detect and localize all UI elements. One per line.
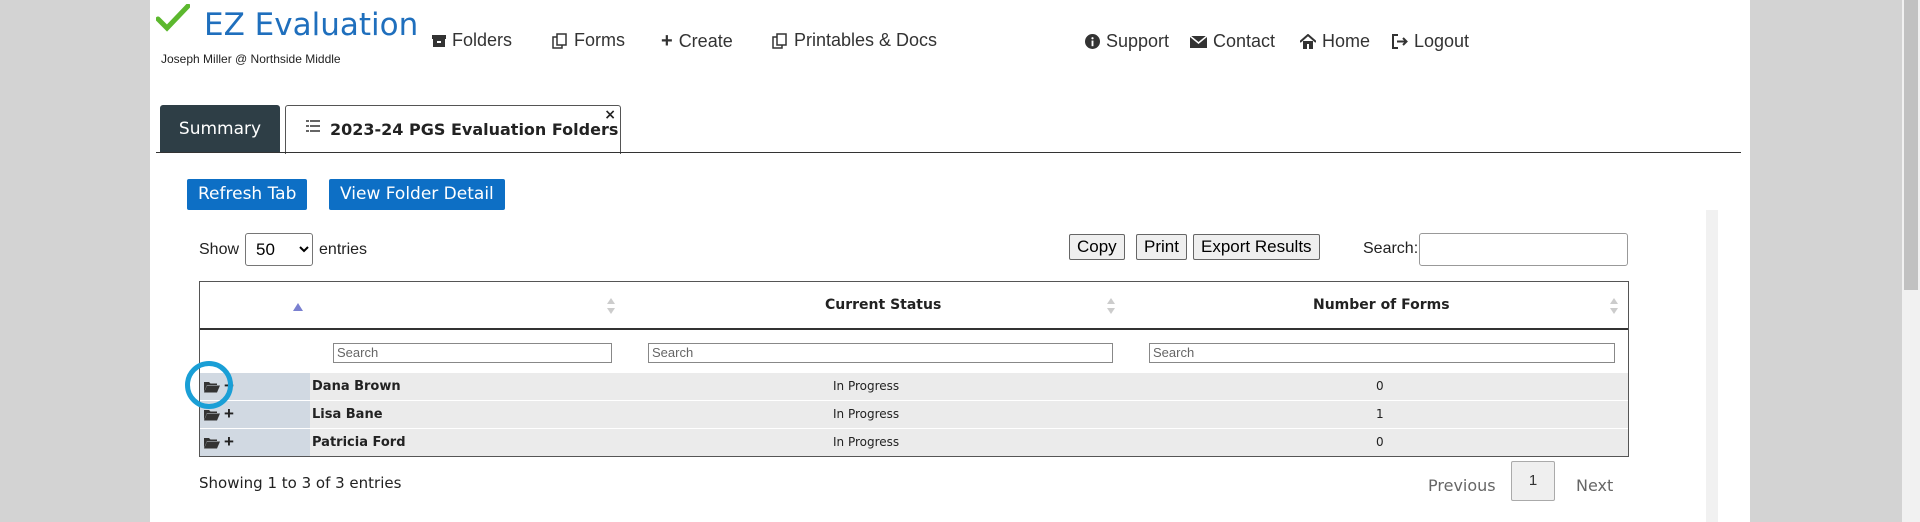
row-name: Lisa Bane bbox=[312, 407, 383, 422]
nav-forms[interactable]: Forms bbox=[552, 30, 625, 51]
show-label: Show bbox=[199, 240, 240, 258]
table-row[interactable]: + Dana Brown In Progress 0 bbox=[200, 372, 1628, 400]
plus-icon: + bbox=[661, 30, 673, 52]
nav-logout-label: Logout bbox=[1414, 31, 1470, 51]
entries-label: entries bbox=[319, 240, 368, 258]
row-status: In Progress bbox=[833, 379, 900, 393]
nav-home[interactable]: Home bbox=[1300, 31, 1370, 52]
copy-icon bbox=[772, 32, 787, 49]
nav-contact[interactable]: Contact bbox=[1190, 31, 1275, 52]
entries-length-control: Show 50 entries bbox=[199, 233, 367, 266]
window-scrollbar[interactable] bbox=[1902, 0, 1920, 522]
nav-support[interactable]: Support bbox=[1085, 31, 1169, 52]
page: EZ Evaluation Joseph Miller @ Northside … bbox=[150, 0, 1750, 522]
expand-plus-icon[interactable]: + bbox=[224, 404, 234, 424]
list-icon bbox=[306, 120, 320, 132]
status-filter-input[interactable]: Search bbox=[648, 343, 1113, 363]
tab-summary[interactable]: Summary bbox=[160, 105, 280, 153]
tab-evaluation-folders-label: 2023-24 PGS Evaluation Folders bbox=[330, 120, 619, 139]
sign-out-icon bbox=[1392, 34, 1408, 49]
envelope-icon bbox=[1190, 34, 1207, 48]
copy-button[interactable]: Copy bbox=[1069, 234, 1125, 260]
expand-plus-icon[interactable]: + bbox=[224, 432, 234, 452]
nav-create-label: Create bbox=[678, 31, 733, 51]
inner-scrollbar[interactable] bbox=[1706, 210, 1718, 522]
row-status: In Progress bbox=[833, 407, 900, 421]
nav-folders[interactable]: Folders bbox=[432, 30, 512, 51]
scrollbar-thumb[interactable] bbox=[1904, 0, 1918, 290]
column-header-forms[interactable]: Number of Forms bbox=[1313, 297, 1450, 313]
copy-icon bbox=[552, 32, 567, 49]
app-title: EZ Evaluation bbox=[204, 7, 419, 43]
nav-home-label: Home bbox=[1322, 31, 1371, 51]
checkmark-logo-icon bbox=[156, 4, 190, 32]
sort-both-icon[interactable] bbox=[1609, 296, 1619, 316]
search-label: Search: bbox=[1363, 240, 1419, 257]
nav-folders-label: Folders bbox=[452, 30, 513, 50]
close-tab-icon[interactable]: × bbox=[604, 107, 616, 123]
nav-printables-label: Printables & Docs bbox=[794, 30, 938, 50]
table-row[interactable]: + Patricia Ford In Progress 0 bbox=[200, 428, 1628, 456]
next-page-button[interactable]: Next bbox=[1576, 476, 1613, 495]
home-icon bbox=[1300, 34, 1316, 49]
entries-select[interactable]: 50 bbox=[245, 233, 314, 266]
table-info: Showing 1 to 3 of 3 entries bbox=[199, 474, 402, 492]
archive-icon bbox=[432, 34, 446, 47]
row-status: In Progress bbox=[833, 435, 900, 449]
search-input[interactable] bbox=[1419, 233, 1628, 266]
folder-open-icon[interactable] bbox=[204, 408, 220, 421]
sort-both-icon[interactable] bbox=[606, 296, 616, 316]
folder-open-icon[interactable] bbox=[204, 436, 220, 449]
current-user: Joseph Miller @ Northside Middle bbox=[161, 52, 341, 66]
click-highlight-ring bbox=[185, 361, 233, 409]
sort-both-icon[interactable] bbox=[1106, 296, 1116, 316]
refresh-tab-button[interactable]: Refresh Tab bbox=[187, 179, 308, 210]
row-forms-count: 0 bbox=[1376, 379, 1384, 393]
page-1-button[interactable]: 1 bbox=[1511, 461, 1555, 501]
table-header: Current Status Number of Forms bbox=[200, 282, 1628, 330]
forms-filter-input[interactable]: Search bbox=[1149, 343, 1615, 363]
folders-table: Current Status Number of Forms Search Se… bbox=[199, 281, 1629, 457]
row-name: Dana Brown bbox=[312, 379, 401, 394]
tab-divider bbox=[156, 152, 1741, 153]
nav-contact-label: Contact bbox=[1213, 31, 1276, 51]
info-icon bbox=[1085, 34, 1100, 49]
table-row[interactable]: + Lisa Bane In Progress 1 bbox=[200, 400, 1628, 428]
nav-forms-label: Forms bbox=[574, 30, 625, 50]
sort-asc-icon[interactable] bbox=[293, 297, 303, 317]
row-name: Patricia Ford bbox=[312, 435, 406, 450]
tab-evaluation-folders[interactable]: 2023-24 PGS Evaluation Folders × bbox=[285, 105, 621, 154]
previous-page-button[interactable]: Previous bbox=[1428, 476, 1496, 495]
row-forms-count: 0 bbox=[1376, 435, 1384, 449]
row-forms-count: 1 bbox=[1376, 407, 1384, 421]
export-results-button[interactable]: Export Results bbox=[1193, 234, 1320, 260]
nav-logout[interactable]: Logout bbox=[1392, 31, 1469, 52]
name-filter-input[interactable]: Search bbox=[333, 343, 612, 363]
print-button[interactable]: Print bbox=[1136, 234, 1187, 260]
nav-create[interactable]: + Create bbox=[661, 30, 733, 53]
view-folder-detail-button[interactable]: View Folder Detail bbox=[329, 179, 505, 210]
nav-printables[interactable]: Printables & Docs bbox=[772, 30, 937, 51]
column-header-status[interactable]: Current Status bbox=[825, 297, 941, 313]
nav-support-label: Support bbox=[1106, 31, 1170, 51]
